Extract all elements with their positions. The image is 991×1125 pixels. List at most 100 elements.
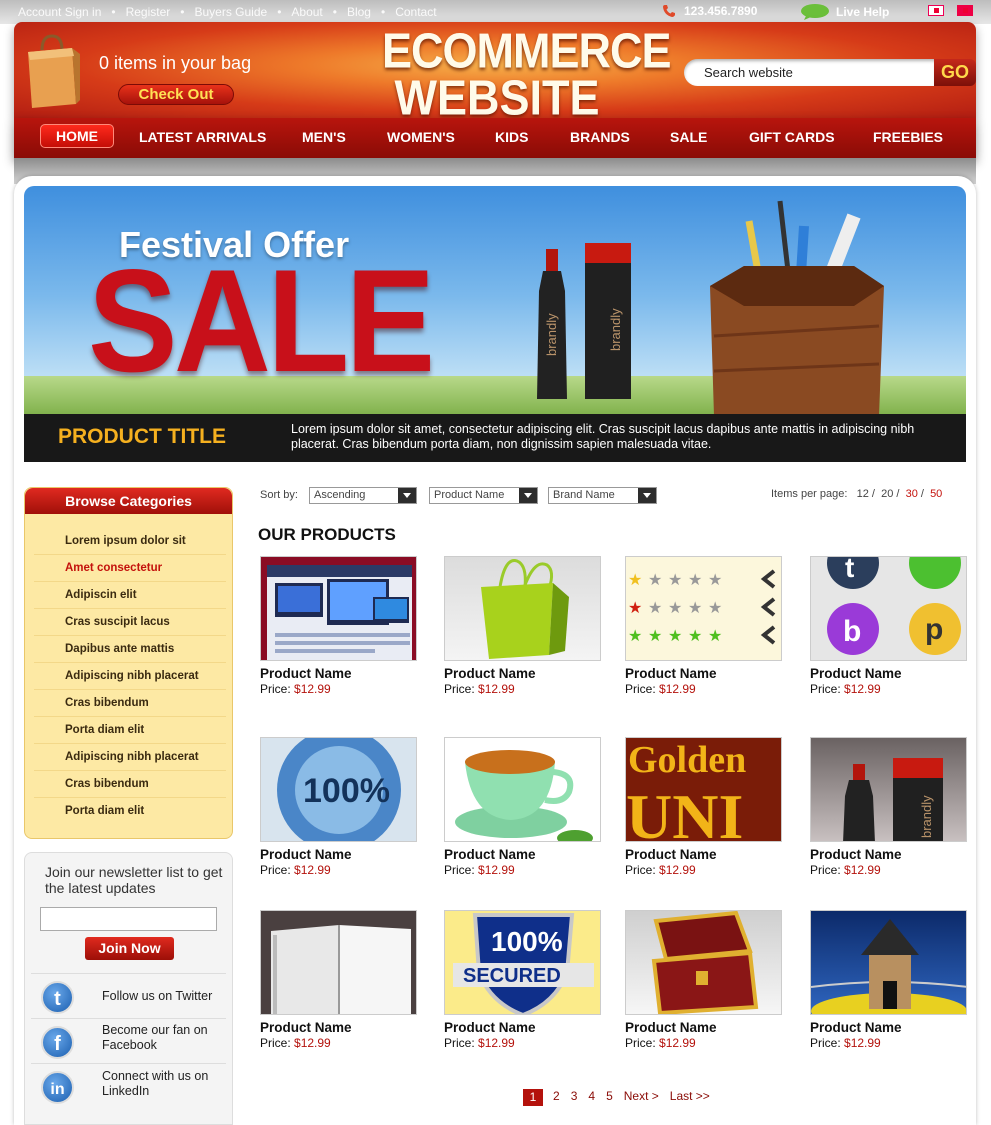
- product-card[interactable]: Product Name Price: $12.99: [260, 910, 418, 1060]
- buyers-guide-link[interactable]: Buyers Guide: [194, 5, 267, 19]
- ipp-option[interactable]: 12: [857, 488, 869, 500]
- product-name[interactable]: Product Name: [810, 847, 902, 862]
- brand-select[interactable]: Brand Name: [548, 487, 657, 504]
- category-item[interactable]: Cras suscipit lacus: [34, 609, 226, 636]
- twitter-link[interactable]: t Follow us on Twitter: [31, 973, 226, 1018]
- product-price: Price: $12.99: [625, 863, 696, 877]
- product-name[interactable]: Product Name: [444, 666, 536, 681]
- product-card[interactable]: Product Name Price: $12.99: [810, 910, 968, 1060]
- contact-link[interactable]: Contact: [395, 5, 436, 19]
- category-item[interactable]: Lorem ipsum dolor sit: [34, 528, 226, 555]
- product-card[interactable]: Product Name Price: $12.99: [444, 737, 602, 887]
- product-card[interactable]: 100% SECURED Product Name Price: $12.99: [444, 910, 602, 1060]
- nav-mens[interactable]: MEN'S: [302, 118, 346, 158]
- nav-kids[interactable]: KIDS: [495, 118, 528, 158]
- product-name[interactable]: Product Name: [810, 666, 902, 681]
- browse-categories: Browse Categories Lorem ipsum dolor sit …: [24, 487, 233, 839]
- product-name[interactable]: Product Name: [625, 1020, 717, 1035]
- product-image[interactable]: [625, 910, 782, 1015]
- page-link[interactable]: 4: [588, 1089, 595, 1106]
- shopping-bag-icon: [28, 34, 80, 108]
- checkout-button[interactable]: Check Out: [118, 84, 234, 105]
- last-page-link[interactable]: Last >>: [670, 1089, 710, 1106]
- promo-banner[interactable]: Festival Offer SALE brandly brandly PROD…: [24, 186, 966, 462]
- page-link[interactable]: 2: [553, 1089, 560, 1106]
- nav-sale[interactable]: SALE: [670, 118, 707, 158]
- product-image[interactable]: ★ ★ ★ ★ ★ ★ ★ ★ ★ ★ ★ ★ ★ ★ ★: [625, 556, 782, 661]
- category-item[interactable]: Cras bibendum: [34, 690, 226, 717]
- category-item[interactable]: Dapibus ante mattis: [34, 636, 226, 663]
- product-name[interactable]: Product Name: [625, 666, 717, 681]
- pencil-holder-image: [710, 200, 884, 416]
- blog-link[interactable]: Blog: [347, 5, 371, 19]
- nav-brands[interactable]: BRANDS: [570, 118, 630, 158]
- about-link[interactable]: About: [291, 5, 322, 19]
- category-item[interactable]: Adipiscin elit: [34, 582, 226, 609]
- search-input[interactable]: [684, 59, 914, 86]
- product-image[interactable]: [810, 910, 967, 1015]
- category-item[interactable]: Amet consectetur: [34, 555, 226, 582]
- register-link[interactable]: Register: [126, 5, 171, 19]
- product-name[interactable]: Product Name: [260, 847, 352, 862]
- product-image[interactable]: [260, 910, 417, 1015]
- hut-image: [811, 919, 966, 1014]
- product-image[interactable]: brandly: [810, 737, 967, 842]
- page-link[interactable]: 5: [606, 1089, 613, 1106]
- phone-number: 123.456.7890: [662, 4, 757, 18]
- nav-latest-arrivals[interactable]: LATEST ARRIVALS: [139, 118, 266, 158]
- site-logo[interactable]: ECOMMERCE WEBSITE: [382, 26, 672, 122]
- banner-caption: PRODUCT TITLE Lorem ipsum dolor sit amet…: [24, 414, 966, 462]
- product-name[interactable]: Product Name: [625, 847, 717, 862]
- account-signin-link[interactable]: Account Sign in: [18, 5, 101, 19]
- product-name[interactable]: Product Name: [260, 1020, 352, 1035]
- live-help-link[interactable]: Live Help: [800, 4, 889, 20]
- price-label: Price:: [444, 1036, 475, 1050]
- product-card[interactable]: ★ ★ ★ ★ ★ ★ ★ ★ ★ ★ ★ ★ ★ ★ ★ Product Name Price: $1…: [625, 556, 783, 706]
- product-name[interactable]: Product Name: [260, 666, 352, 681]
- product-image[interactable]: 100%: [260, 737, 417, 842]
- newsletter-email-input[interactable]: [40, 907, 217, 931]
- next-page-link[interactable]: Next >: [624, 1089, 659, 1106]
- items-per-page-label: Items per page:: [771, 488, 848, 500]
- product-price: Price: $12.99: [260, 863, 331, 877]
- product-image[interactable]: [260, 556, 417, 661]
- nav-freebies[interactable]: FREEBIES: [873, 118, 943, 158]
- product-image[interactable]: [444, 737, 601, 842]
- product-image[interactable]: 100% SECURED: [444, 910, 601, 1015]
- product-image[interactable]: Golden UNI: [625, 737, 782, 842]
- product-card[interactable]: Golden UNI Product Name Price: $12.99: [625, 737, 783, 887]
- product-card[interactable]: 100% Product Name Price: $12.99: [260, 737, 418, 887]
- product-name[interactable]: Product Name: [810, 1020, 902, 1035]
- flag-icon[interactable]: [928, 5, 944, 16]
- product-card[interactable]: Product Name Price: $12.99: [444, 556, 602, 706]
- ipp-option[interactable]: 50: [930, 488, 942, 500]
- search-go-button[interactable]: GO: [934, 59, 976, 86]
- linkedin-link[interactable]: in Connect with us on LinkedIn: [31, 1063, 226, 1108]
- join-now-button[interactable]: Join Now: [85, 937, 174, 960]
- product-name[interactable]: Product Name: [444, 1020, 536, 1035]
- product-card[interactable]: Product Name Price: $12.99: [625, 910, 783, 1060]
- price-value: $12.99: [294, 682, 331, 696]
- product-image[interactable]: [444, 556, 601, 661]
- page-link[interactable]: 3: [571, 1089, 578, 1106]
- nav-home[interactable]: HOME: [40, 124, 114, 148]
- category-item[interactable]: Cras bibendum: [34, 771, 226, 798]
- product-card[interactable]: Product Name Price: $12.99: [260, 556, 418, 706]
- facebook-link[interactable]: f Become our fan on Facebook: [31, 1018, 226, 1063]
- product-image[interactable]: t b p: [810, 556, 967, 661]
- category-item[interactable]: Porta diam elit: [34, 717, 226, 744]
- category-item[interactable]: Adipiscing nibh placerat: [34, 744, 226, 771]
- page-link-current[interactable]: 1: [523, 1089, 543, 1106]
- ipp-option[interactable]: 30: [906, 488, 918, 500]
- product-card[interactable]: t b p Product Name Price: $12.99: [810, 556, 968, 706]
- flag-icon[interactable]: [957, 5, 973, 16]
- nav-womens[interactable]: WOMEN'S: [387, 118, 455, 158]
- nav-gift-cards[interactable]: GIFT CARDS: [749, 118, 835, 158]
- ipp-option[interactable]: 20: [881, 488, 893, 500]
- sort-field-select[interactable]: Product Name: [429, 487, 538, 504]
- product-card[interactable]: brandly Product Name Price: $12.99: [810, 737, 968, 887]
- category-item[interactable]: Porta diam elit: [34, 798, 226, 825]
- sort-order-select[interactable]: Ascending: [309, 487, 417, 504]
- product-name[interactable]: Product Name: [444, 847, 536, 862]
- category-item[interactable]: Adipiscing nibh placerat: [34, 663, 226, 690]
